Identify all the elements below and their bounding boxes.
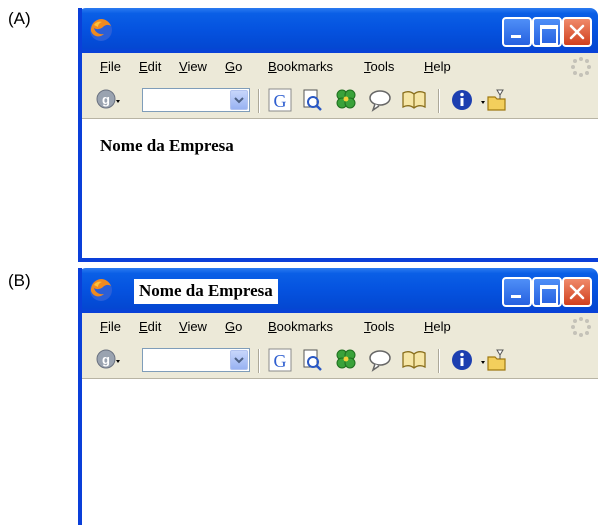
chevron-down-icon[interactable] <box>230 90 248 110</box>
minimize-button[interactable] <box>502 277 532 307</box>
minimize-button[interactable] <box>502 17 532 47</box>
window-title: Nome da Empresa <box>134 279 278 304</box>
google-toolbar-icon[interactable]: g <box>94 346 122 374</box>
speech-bubble-icon[interactable] <box>366 346 394 374</box>
chevron-down-icon[interactable] <box>230 350 248 370</box>
book-icon[interactable] <box>400 86 428 114</box>
menu-help[interactable]: Help <box>424 319 451 334</box>
google-search-icon[interactable]: G <box>266 346 294 374</box>
info-icon[interactable] <box>448 346 476 374</box>
folder-icon[interactable] <box>480 86 508 114</box>
menu-view[interactable]: View <box>179 59 207 74</box>
svg-text:g: g <box>102 352 110 367</box>
menu-bookmarks[interactable]: Bookmarks <box>268 59 333 74</box>
window-border-left <box>78 8 82 262</box>
svg-text:g: g <box>102 92 110 107</box>
clover-icon[interactable] <box>332 86 360 114</box>
search-combo[interactable] <box>142 88 250 112</box>
toolbar-separator <box>258 89 260 113</box>
menu-file[interactable]: File <box>100 59 121 74</box>
close-button[interactable] <box>562 17 592 47</box>
menu-bar: File Edit View Go Bookmarks Tools Help <box>82 53 598 81</box>
menu-go[interactable]: Go <box>225 319 242 334</box>
panel-b-label: (B) <box>8 271 31 290</box>
panel-a-label: (A) <box>8 9 31 28</box>
page-info-icon[interactable] <box>298 86 326 114</box>
menu-bar: File Edit View Go Bookmarks Tools Help <box>82 313 598 341</box>
google-search-icon[interactable]: G <box>266 86 294 114</box>
menu-bookmarks[interactable]: Bookmarks <box>268 319 333 334</box>
menu-go[interactable]: Go <box>225 59 242 74</box>
toolbar: g G <box>82 341 598 379</box>
clover-icon[interactable] <box>332 346 360 374</box>
menu-view[interactable]: View <box>179 319 207 334</box>
google-toolbar-icon[interactable]: g <box>94 86 122 114</box>
firefox-icon <box>90 19 112 41</box>
browser-window-a: File Edit View Go Bookmarks Tools Help g <box>78 8 598 262</box>
page-content: Nome da Empresa <box>82 120 598 258</box>
window-border-bottom <box>78 258 598 262</box>
firefox-icon <box>90 279 112 301</box>
menu-help[interactable]: Help <box>424 59 451 74</box>
close-icon <box>569 284 585 300</box>
page-content <box>82 380 598 521</box>
throbber-icon <box>571 57 591 77</box>
maximize-button[interactable] <box>532 277 562 307</box>
svg-text:G: G <box>274 351 287 371</box>
browser-window-b: Nome da Empresa File Edit View Go Bookma… <box>78 268 598 525</box>
search-combo[interactable] <box>142 348 250 372</box>
toolbar-separator <box>438 89 440 113</box>
menu-tools[interactable]: Tools <box>364 59 394 74</box>
toolbar-separator <box>438 349 440 373</box>
page-info-icon[interactable] <box>298 346 326 374</box>
info-icon[interactable] <box>448 86 476 114</box>
toolbar-separator <box>258 349 260 373</box>
titlebar[interactable]: Nome da Empresa <box>78 268 598 313</box>
titlebar[interactable] <box>78 8 598 53</box>
svg-text:G: G <box>274 91 287 111</box>
window-border-left <box>78 268 82 525</box>
menu-tools[interactable]: Tools <box>364 319 394 334</box>
book-icon[interactable] <box>400 346 428 374</box>
menu-edit[interactable]: Edit <box>139 319 161 334</box>
close-icon <box>569 24 585 40</box>
speech-bubble-icon[interactable] <box>366 86 394 114</box>
throbber-icon <box>571 317 591 337</box>
folder-icon[interactable] <box>480 346 508 374</box>
toolbar: g G <box>82 81 598 119</box>
menu-edit[interactable]: Edit <box>139 59 161 74</box>
page-heading: Nome da Empresa <box>100 136 234 155</box>
maximize-button[interactable] <box>532 17 562 47</box>
menu-file[interactable]: File <box>100 319 121 334</box>
close-button[interactable] <box>562 277 592 307</box>
